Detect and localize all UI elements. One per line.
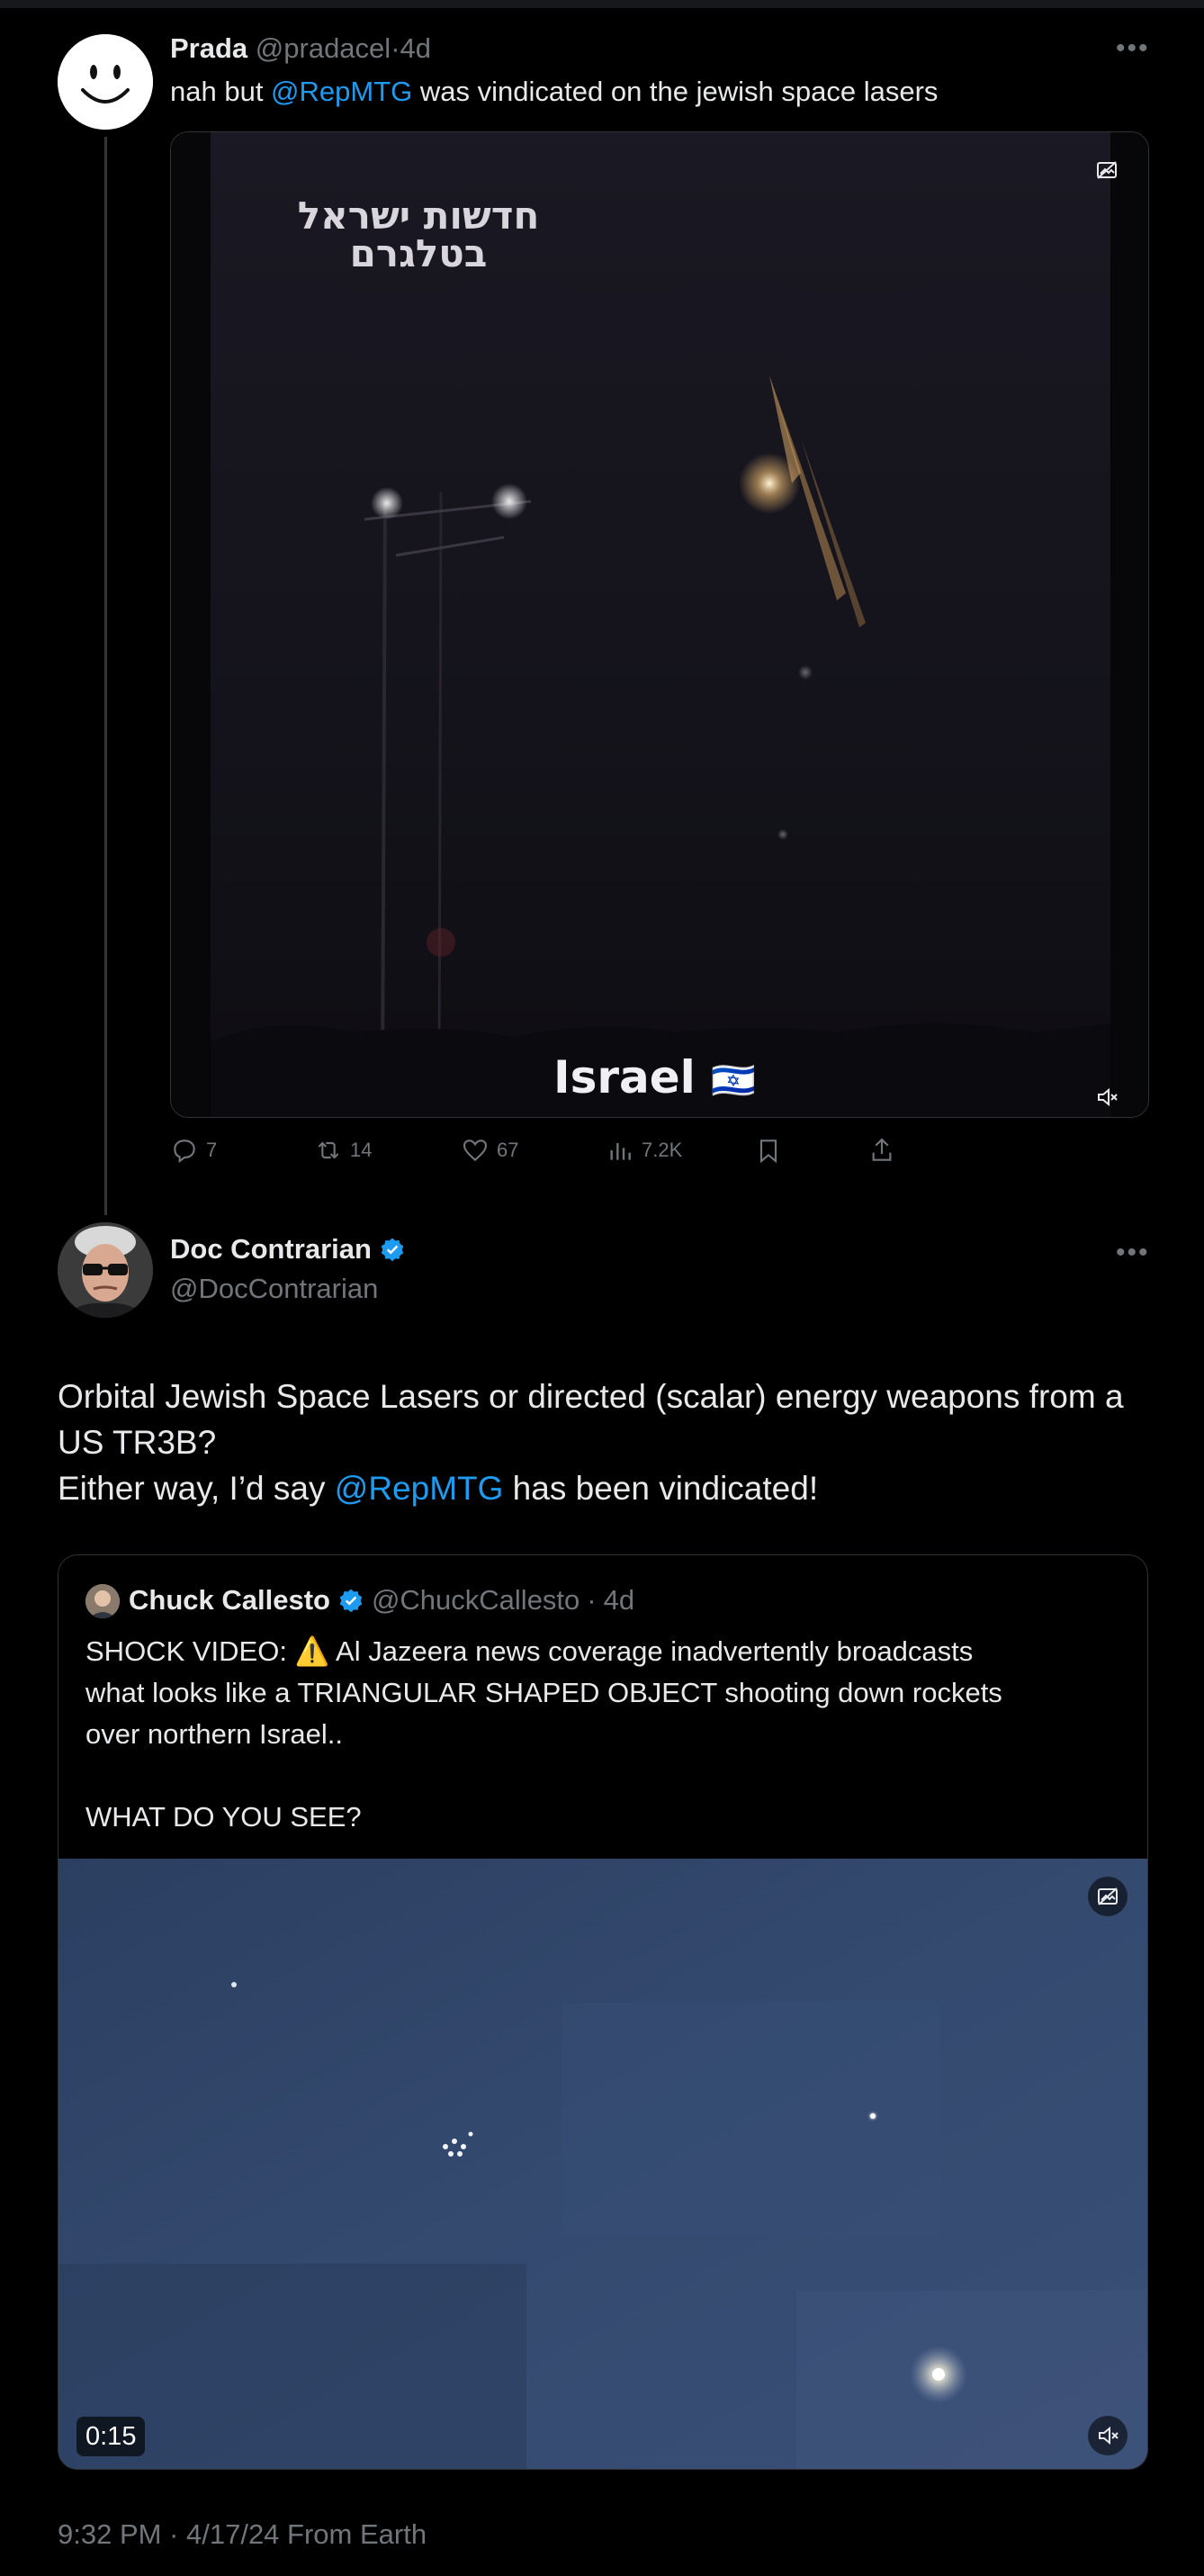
avatar-prada[interactable]	[58, 34, 153, 130]
separator-dot: ·	[391, 32, 400, 64]
mute-icon[interactable]	[1087, 1077, 1127, 1117]
quote-video[interactable]: 0:15	[58, 1859, 1147, 2469]
video-caption: Israel 🇮🇱	[553, 1052, 756, 1106]
repost-count: 14	[350, 1139, 373, 1161]
author-handle[interactable]: @pradacel	[256, 32, 391, 64]
reply-button[interactable]: 7	[170, 1136, 217, 1165]
like-count: 67	[497, 1139, 519, 1161]
bookmark-icon	[759, 1139, 777, 1164]
tweet-timestamp[interactable]: 9:32 PM · 4/17/24 From Earth	[58, 2517, 427, 2553]
author-handle[interactable]: @DocContrarian	[170, 1273, 378, 1305]
view-count: 7.2K	[642, 1139, 683, 1161]
author-name[interactable]: Prada	[170, 32, 247, 64]
quote-text-part: SHOCK VIDEO:	[85, 1635, 295, 1667]
like-button[interactable]: 67	[461, 1136, 518, 1165]
more-options-icon[interactable]: •••	[1116, 35, 1150, 62]
portrait-avatar-icon	[58, 1222, 153, 1318]
avatar-chuck-callesto	[85, 1584, 120, 1618]
israel-flag-icon: 🇮🇱	[711, 1060, 757, 1102]
smiley-avatar-icon	[58, 34, 153, 130]
heart-icon	[463, 1139, 488, 1162]
repost-button[interactable]: 14	[314, 1136, 372, 1165]
repost-icon	[318, 1141, 339, 1159]
mute-icon[interactable]	[1088, 2416, 1128, 2455]
share-icon	[872, 1138, 892, 1161]
tweet-time[interactable]: 4d	[400, 32, 431, 64]
bookmark-button[interactable]	[754, 1136, 783, 1165]
warning-icon: ⚠️	[294, 1635, 330, 1667]
views-button[interactable]: 7.2K	[606, 1136, 682, 1165]
reply-icon	[174, 1139, 195, 1164]
reply-count: 7	[206, 1139, 218, 1161]
tweet2-text: Orbital Jewish Space Lasers or directed …	[58, 1374, 1124, 1511]
video-overlay-title: חדשות ישראל בטלגרם	[256, 197, 580, 273]
caption-text: Israel	[553, 1051, 696, 1103]
overlay-line: בטלגרם	[349, 231, 488, 275]
video-frame	[171, 132, 1148, 1117]
quote-time: 4d	[603, 1584, 635, 1616]
tweet-text-part: Either way, I’d say	[58, 1470, 335, 1507]
share-button[interactable]	[867, 1136, 896, 1165]
tweet2-header: Doc Contrarian	[170, 1233, 406, 1265]
quoted-tweet-card[interactable]: Chuck Callesto @ChuckCallesto · 4d SHOCK V…	[58, 1554, 1148, 2470]
quote-text-line: what looks like a TRIANGULAR SHAPED OBJE…	[85, 1677, 1002, 1708]
verified-badge-icon	[381, 1238, 404, 1262]
tweet1-text: nah but @RepMTG was vindicated on the je…	[170, 74, 938, 110]
tweet-text-part: has been vindicated!	[503, 1470, 819, 1507]
quote-header: Chuck Callesto @ChuckCallesto · 4d	[129, 1582, 634, 1618]
mention-link[interactable]: @RepMTG	[335, 1470, 504, 1507]
more-options-icon[interactable]: •••	[1116, 1239, 1150, 1266]
tweet1-video[interactable]: חדשות ישראל בטלגרם Israel 🇮🇱	[170, 131, 1149, 1118]
quote-text-line	[85, 1755, 1002, 1797]
top-bar	[0, 0, 1204, 8]
verified-badge-icon	[339, 1589, 363, 1613]
quote-text-line: WHAT DO YOU SEE?	[85, 1801, 362, 1833]
video-frame	[58, 1859, 1147, 2469]
tweet1-header: Prada @pradacel·4d	[170, 32, 431, 65]
thread-line	[104, 137, 107, 1215]
quote-author-name: Chuck Callesto	[129, 1584, 330, 1616]
tweet-text-part: nah but	[170, 76, 272, 107]
quote-text: SHOCK VIDEO: ⚠️ Al Jazeera news coverage…	[85, 1631, 1002, 1838]
tweet-text-line: US TR3B?	[58, 1424, 217, 1461]
video-duration-badge: 0:15	[76, 2417, 146, 2456]
quote-author-handle: @ChuckCallesto	[371, 1584, 580, 1616]
portrait-avatar-icon	[85, 1584, 120, 1618]
quote-text-line: SHOCK VIDEO: ⚠️ Al Jazeera news coverage…	[85, 1631, 1002, 1672]
overlay-line: חדשות ישראל	[297, 194, 540, 238]
hide-media-icon[interactable]	[1087, 150, 1127, 190]
separator-dot: ·	[587, 1584, 597, 1616]
video-duration: 0:15	[85, 2422, 137, 2451]
tweet-text-line: Either way, I’d say @RepMTG has been vin…	[58, 1465, 1124, 1511]
tweet-text-line: Orbital Jewish Space Lasers or directed …	[58, 1378, 1124, 1415]
quote-text-line: over northern Israel..	[85, 1718, 344, 1750]
author-name[interactable]: Doc Contrarian	[170, 1233, 372, 1265]
avatar-doc-contrarian[interactable]	[58, 1222, 153, 1318]
hide-media-icon[interactable]	[1088, 1877, 1128, 1916]
mention-link[interactable]: @RepMTG	[271, 76, 412, 107]
tweet-text-part: was vindicated on the jewish space laser…	[412, 76, 939, 107]
quote-text-part: Al Jazeera news coverage inadvertently b…	[329, 1635, 974, 1667]
views-chart-icon	[610, 1143, 631, 1160]
